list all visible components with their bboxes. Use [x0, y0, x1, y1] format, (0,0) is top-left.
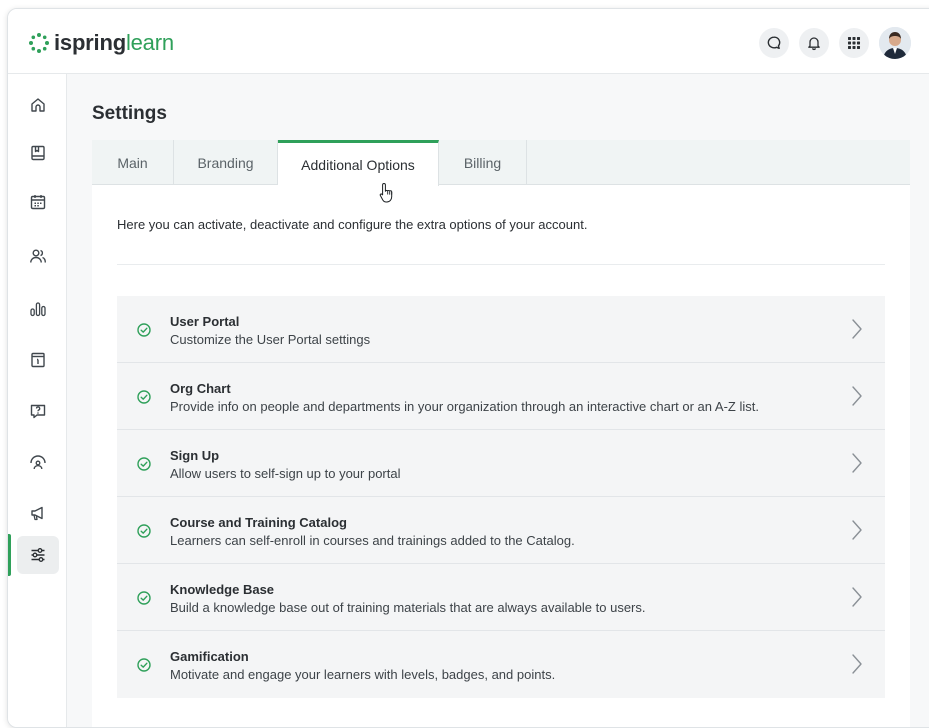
gauge-icon: [30, 455, 46, 470]
megaphone-icon: [31, 506, 43, 521]
users-icon: [30, 249, 46, 263]
reports-icon: [30, 302, 46, 317]
user-avatar[interactable]: [879, 27, 911, 59]
ispring-logo-icon: [29, 33, 49, 53]
logo-text-ispring: ispring: [54, 30, 126, 55]
chevron-right-icon: [852, 520, 862, 540]
chat-icon: [767, 36, 781, 49]
info-icon: [31, 352, 45, 368]
chevron-right-icon: [852, 654, 862, 674]
chevron-right-icon: [852, 587, 862, 607]
option-sign-up[interactable]: Sign Up Allow users to self-sign up to y…: [117, 430, 885, 497]
sidebar-item-courses[interactable]: [17, 134, 59, 172]
chevron-right-icon: [852, 319, 862, 339]
sidebar-item-calendar[interactable]: [17, 183, 59, 221]
option-title: Course and Training Catalog: [170, 515, 347, 530]
courses-book-icon: [31, 145, 45, 161]
option-course-catalog[interactable]: Course and Training Catalog Learners can…: [117, 497, 885, 564]
tab-branding[interactable]: Branding: [174, 140, 278, 185]
divider: [117, 264, 885, 265]
top-actions: [749, 27, 911, 59]
user-avatar-image: [879, 27, 911, 59]
main-content: Settings Main Branding Additional Option…: [67, 74, 929, 727]
option-description: Motivate and engage your learners with l…: [170, 667, 556, 682]
sidebar-active-indicator: [8, 534, 11, 576]
option-description: Customize the User Portal settings: [170, 332, 371, 347]
logo[interactable]: ispringlearn: [28, 30, 174, 56]
option-description: Provide info on people and departments i…: [170, 399, 759, 414]
options-list: User Portal Customize the User Portal se…: [117, 296, 885, 698]
sidebar-item-settings[interactable]: [17, 536, 59, 574]
chat-button[interactable]: [759, 28, 789, 58]
option-title: Org Chart: [170, 381, 231, 396]
sidebar-item-announcements[interactable]: [17, 494, 59, 532]
sidebar-item-home[interactable]: [17, 86, 59, 124]
option-knowledge-base[interactable]: Knowledge Base Build a knowledge base ou…: [117, 564, 885, 631]
sidebar: [8, 74, 67, 727]
option-description: Build a knowledge base out of training m…: [170, 600, 646, 615]
sidebar-item-users[interactable]: [17, 237, 59, 275]
top-bar: ispringlearn: [8, 9, 929, 74]
option-description: Learners can self-enroll in courses and …: [170, 533, 575, 548]
apps-button[interactable]: [839, 28, 869, 58]
notifications-button[interactable]: [799, 28, 829, 58]
option-title: Knowledge Base: [170, 582, 275, 597]
chevron-right-icon: [852, 386, 862, 406]
option-title: Gamification: [170, 649, 249, 664]
check-circle-icon: [137, 524, 151, 538]
apps-grid-icon: [848, 37, 860, 49]
tab-billing[interactable]: Billing: [439, 140, 527, 185]
check-circle-icon: [137, 591, 151, 605]
calendar-icon: [30, 195, 46, 210]
logo-text-learn: learn: [125, 30, 174, 55]
option-gamification[interactable]: Gamification Motivate and engage your le…: [117, 631, 885, 698]
option-description: Allow users to self-sign up to your port…: [170, 466, 401, 481]
bell-icon: [808, 37, 820, 51]
app-window: ispringlearn Settings Main Branding Addi…: [7, 8, 929, 728]
home-icon: [31, 98, 45, 112]
check-circle-icon: [137, 390, 151, 404]
question-icon: [30, 404, 46, 419]
sidebar-item-questions[interactable]: [17, 392, 59, 430]
option-title: User Portal: [170, 314, 240, 329]
sidebar-item-performance[interactable]: [17, 443, 59, 481]
check-circle-icon: [137, 457, 151, 471]
check-circle-icon: [137, 323, 151, 337]
check-circle-icon: [137, 658, 151, 672]
page-title: Settings: [92, 103, 167, 124]
chevron-right-icon: [852, 453, 862, 473]
logo-text: ispringlearn: [54, 30, 174, 56]
tab-main[interactable]: Main: [92, 140, 174, 185]
sidebar-item-reports[interactable]: [17, 290, 59, 328]
settings-card: Main Branding Additional Options Billing…: [92, 140, 910, 727]
option-org-chart[interactable]: Org Chart Provide info on people and dep…: [117, 363, 885, 430]
intro-text: Here you can activate, deactivate and co…: [117, 217, 588, 232]
option-title: Sign Up: [170, 448, 220, 463]
tabs-bar: Main Branding Additional Options Billing: [92, 140, 910, 186]
tab-additional-options[interactable]: Additional Options: [278, 140, 439, 186]
settings-sliders-icon: [31, 548, 45, 562]
hand-pointer-cursor-icon: [379, 183, 393, 203]
sidebar-item-info[interactable]: [17, 341, 59, 379]
option-user-portal[interactable]: User Portal Customize the User Portal se…: [117, 296, 885, 363]
